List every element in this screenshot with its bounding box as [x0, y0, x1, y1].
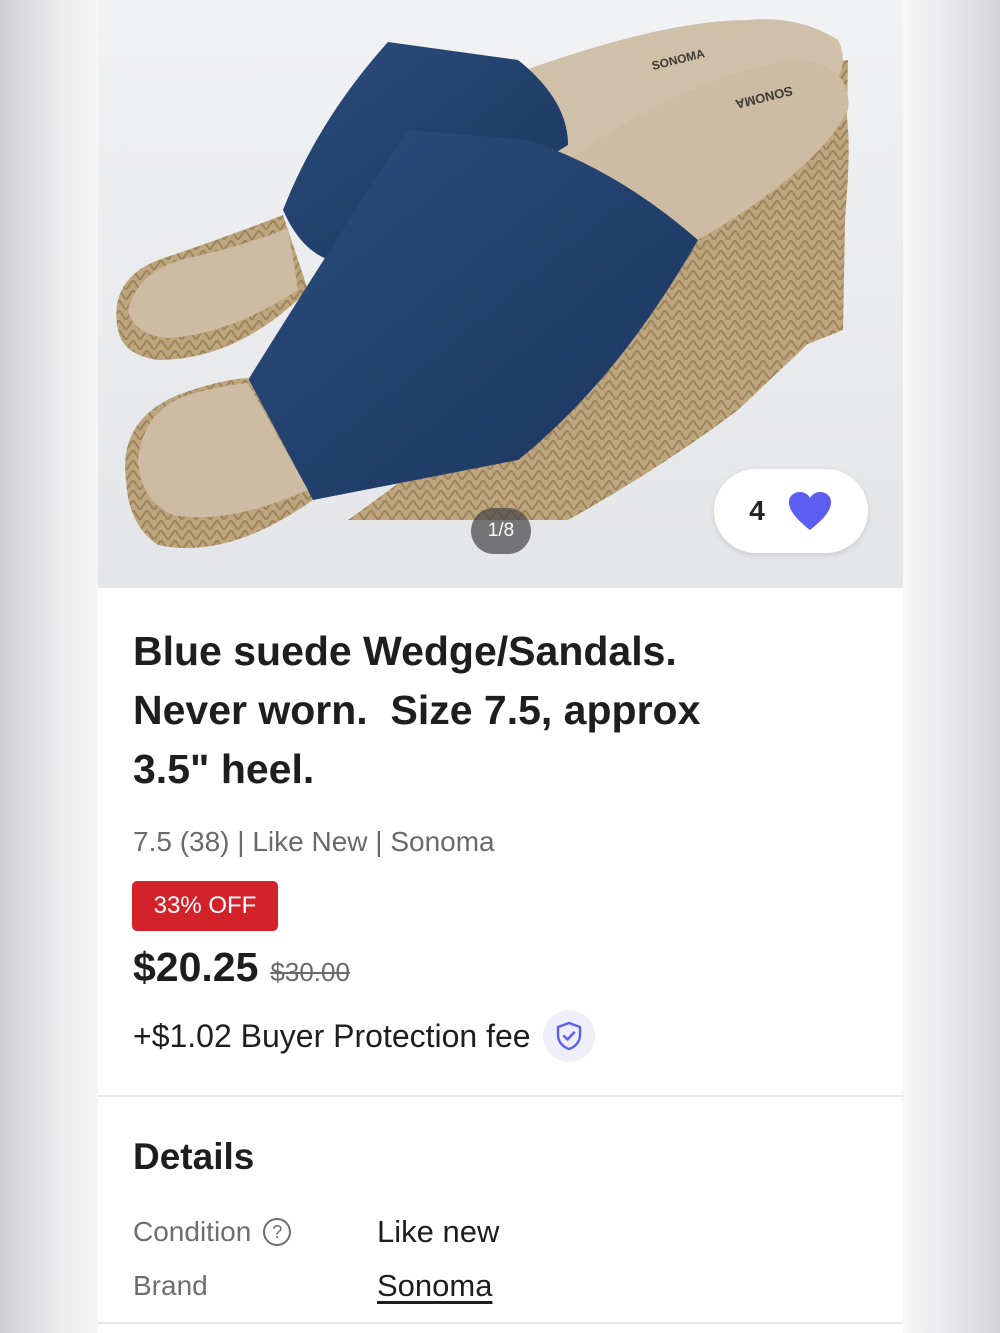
current-price: $20.25: [133, 944, 259, 990]
original-price: $30.00: [270, 957, 350, 987]
image-counter: 1/8: [471, 508, 531, 554]
bottom-divider: [98, 1322, 903, 1324]
detail-row-condition: Condition ? Like new: [133, 1214, 863, 1250]
like-button[interactable]: 4: [714, 469, 868, 553]
brand-link[interactable]: Sonoma: [377, 1268, 492, 1304]
heart-icon: [787, 490, 833, 532]
listing-meta: 7.5 (38) | Like New | Sonoma: [133, 826, 495, 857]
like-count: 4: [749, 495, 765, 526]
discount-badge: 33% OFF: [132, 881, 278, 931]
question-circle-icon[interactable]: ?: [263, 1218, 292, 1246]
product-photo[interactable]: SONOMA SONOMA 1/8 4: [98, 0, 903, 588]
price-row: $20.25 $30.00: [133, 944, 350, 991]
listing-card: SONOMA SONOMA 1/8 4 Blue suede Wedge/San…: [98, 0, 903, 1333]
detail-label-condition: Condition ?: [133, 1216, 377, 1248]
condition-value: Like new: [377, 1214, 500, 1249]
condition-label: Condition: [133, 1216, 252, 1247]
section-divider: [98, 1095, 903, 1097]
shield-check-icon[interactable]: [542, 1010, 595, 1062]
brand-label: Brand: [133, 1270, 208, 1301]
details-heading: Details: [133, 1136, 255, 1177]
buyer-protection-row: +$1.02 Buyer Protection fee: [133, 1010, 595, 1062]
listing-title: Blue suede Wedge/Sandals. Never worn. Si…: [133, 628, 701, 792]
detail-row-brand: Brand Sonoma: [133, 1268, 863, 1304]
buyer-protection-fee: +$1.02 Buyer Protection fee: [133, 1017, 531, 1054]
